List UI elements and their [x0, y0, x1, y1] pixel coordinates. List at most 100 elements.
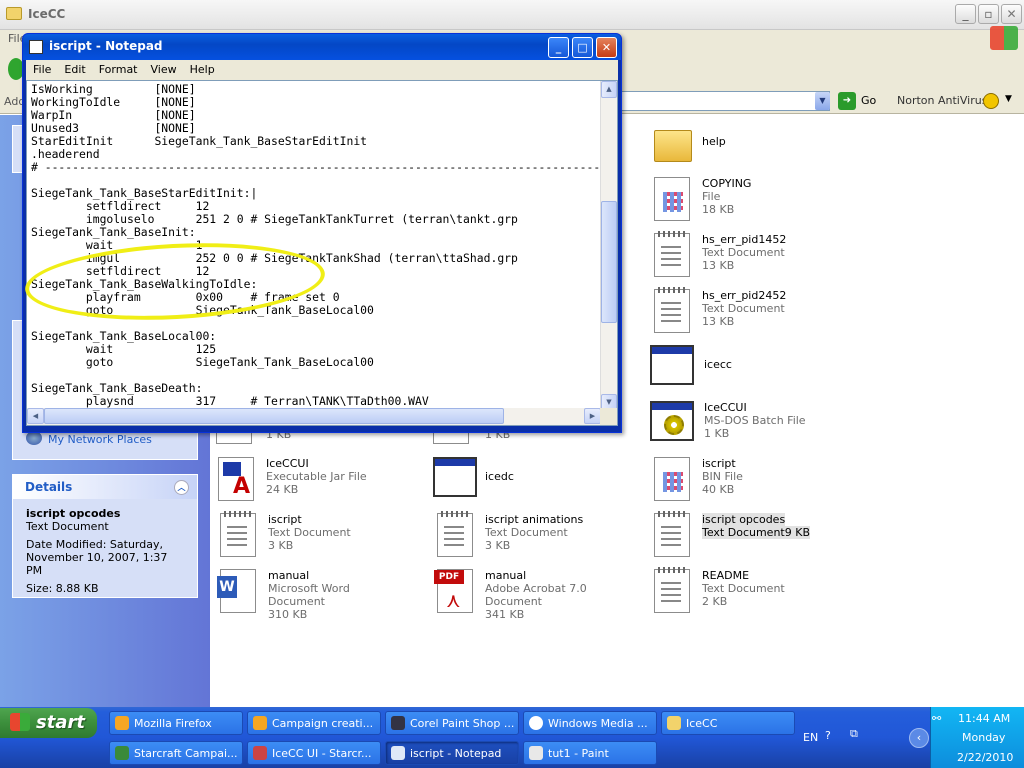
windows-logo-icon: [990, 26, 1018, 50]
file-size: 40 KB: [702, 483, 735, 496]
file-name: hs_err_pid2452: [702, 289, 787, 302]
notepad-window: iscript - Notepad _ □ ✕ File Edit Format Vi…: [22, 33, 622, 433]
firefox-icon: [115, 716, 129, 730]
minimize-button[interactable]: _: [955, 4, 976, 24]
file-name: IceCCUI: [266, 457, 309, 470]
scroll-up-icon[interactable]: ▲: [601, 81, 617, 98]
menu-format[interactable]: Format: [92, 60, 144, 76]
task-label: Mozilla Firefox: [134, 717, 212, 730]
file-name: help: [702, 135, 726, 148]
close-button[interactable]: ✕: [1001, 4, 1022, 24]
file-type: MS-DOS Batch File: [704, 414, 806, 427]
go-arrow-icon[interactable]: ➜: [838, 92, 856, 110]
task-media[interactable]: Windows Media ...: [523, 711, 657, 735]
notepad-text[interactable]: IsWorking [NONE] WorkingToIdle [NONE] Wa…: [31, 83, 599, 409]
text-document-icon: [654, 287, 690, 333]
task-icecc-ui[interactable]: IceCC UI - Starcr...: [247, 741, 381, 765]
vertical-scroll-thumb[interactable]: [601, 201, 617, 323]
task-firefox[interactable]: Mozilla Firefox: [109, 711, 243, 735]
pdf-icon: PDF ⋏: [434, 569, 473, 613]
task-paint[interactable]: tut1 - Paint: [523, 741, 657, 765]
folder-icon: [6, 7, 22, 20]
maximize-button[interactable]: □: [572, 37, 593, 58]
file-name: iscript: [268, 513, 302, 526]
tray-expand-chevron-icon[interactable]: ‹: [909, 728, 929, 748]
notepad-text-area[interactable]: IsWorking [NONE] WorkingToIdle [NONE] Wa…: [26, 80, 618, 426]
menu-view[interactable]: View: [144, 60, 183, 76]
task-label: iscript - Notepad: [410, 747, 502, 760]
restore-icon[interactable]: ⧉: [850, 727, 858, 741]
notepad-title: iscript - Notepad: [49, 39, 163, 53]
file-size: 3 KB: [485, 539, 511, 552]
details-header-label: Details: [25, 480, 73, 494]
java-jar-icon: A: [218, 457, 254, 501]
file-icon: [654, 457, 690, 501]
network-icon[interactable]: ⚯: [932, 712, 941, 725]
maximize-button[interactable]: ▫: [978, 4, 999, 24]
firefox-icon: [253, 716, 267, 730]
file-name: hs_err_pid1452: [702, 233, 787, 246]
menu-file[interactable]: File: [26, 60, 57, 76]
notepad-menubar: File Edit Format View Help: [26, 60, 618, 80]
windows-flag-icon: [10, 713, 30, 731]
file-name: icecc: [704, 358, 732, 371]
word-document-icon: W: [217, 569, 256, 613]
file-size: 3 KB: [268, 539, 294, 552]
menu-help[interactable]: Help: [183, 60, 221, 76]
network-places-link[interactable]: My Network Places: [48, 433, 152, 446]
task-corel[interactable]: Corel Paint Shop ...: [385, 711, 519, 735]
folder-icon: [654, 130, 692, 162]
details-header[interactable]: Details ︿: [13, 475, 197, 499]
file-icon: [654, 177, 690, 221]
media-player-icon: [529, 716, 543, 730]
clock-time[interactable]: 11:44 AM: [958, 712, 1010, 725]
application-icon: [433, 457, 477, 497]
file-name: iscript animations: [485, 513, 584, 526]
horizontal-scrollbar[interactable]: ◀ ▶: [27, 408, 601, 425]
chevron-down-icon[interactable]: ▼: [1005, 94, 1012, 104]
address-input[interactable]: [618, 91, 830, 111]
task-notepad[interactable]: iscript - Notepad: [385, 741, 519, 765]
scroll-left-icon[interactable]: ◀: [27, 408, 44, 424]
norton-label[interactable]: Norton AntiVirus: [897, 94, 987, 107]
file-type: Text Document: [702, 302, 785, 315]
file-name: COPYING: [702, 177, 752, 190]
task-icecc[interactable]: IceCC: [661, 711, 795, 735]
task-campaign[interactable]: Campaign creati...: [247, 711, 381, 735]
minimize-button[interactable]: _: [548, 37, 569, 58]
file-size: 2 KB: [702, 595, 728, 608]
go-button[interactable]: Go: [861, 94, 876, 107]
help-icon[interactable]: ?: [825, 729, 831, 742]
notepad-titlebar[interactable]: iscript - Notepad _ □ ✕: [23, 34, 621, 60]
file-name: iscript opcodes: [702, 513, 786, 526]
file-size: 18 KB: [702, 203, 735, 216]
clock-day: Monday: [962, 731, 1006, 744]
clock-date: 2/22/2010: [957, 751, 1014, 764]
task-label: Corel Paint Shop ...: [410, 717, 515, 730]
notepad-icon: [29, 40, 43, 54]
collapse-chevron-icon[interactable]: ︿: [174, 480, 189, 495]
file-name: manual: [485, 569, 527, 582]
application-icon: [650, 345, 694, 385]
details-panel: Details ︿ iscript opcodes Text Document …: [12, 474, 198, 598]
menu-edit[interactable]: Edit: [57, 60, 91, 76]
details-file-type: Text Document: [26, 520, 109, 533]
file-size: 13 KB: [702, 259, 735, 272]
address-dropdown-icon[interactable]: ▼: [815, 92, 830, 110]
file-size: 13 KB: [702, 315, 735, 328]
file-name: manual: [268, 569, 310, 582]
details-file-name: iscript opcodes: [26, 507, 121, 520]
task-starcraft[interactable]: Starcraft Campai...: [109, 741, 243, 765]
norton-icon[interactable]: [983, 93, 999, 109]
java-icon: [253, 746, 267, 760]
close-button[interactable]: ✕: [596, 37, 617, 58]
vertical-scrollbar[interactable]: ▲ ▼: [600, 81, 617, 411]
text-document-icon: [437, 511, 473, 557]
batch-file-icon: [650, 401, 694, 441]
file-type: Text Document: [702, 582, 785, 595]
language-indicator[interactable]: EN: [803, 731, 818, 744]
scroll-right-icon[interactable]: ▶: [584, 408, 601, 424]
file-size: 310 KB: [268, 608, 308, 621]
resize-grip[interactable]: [600, 408, 617, 425]
horizontal-scroll-thumb[interactable]: [44, 408, 504, 424]
